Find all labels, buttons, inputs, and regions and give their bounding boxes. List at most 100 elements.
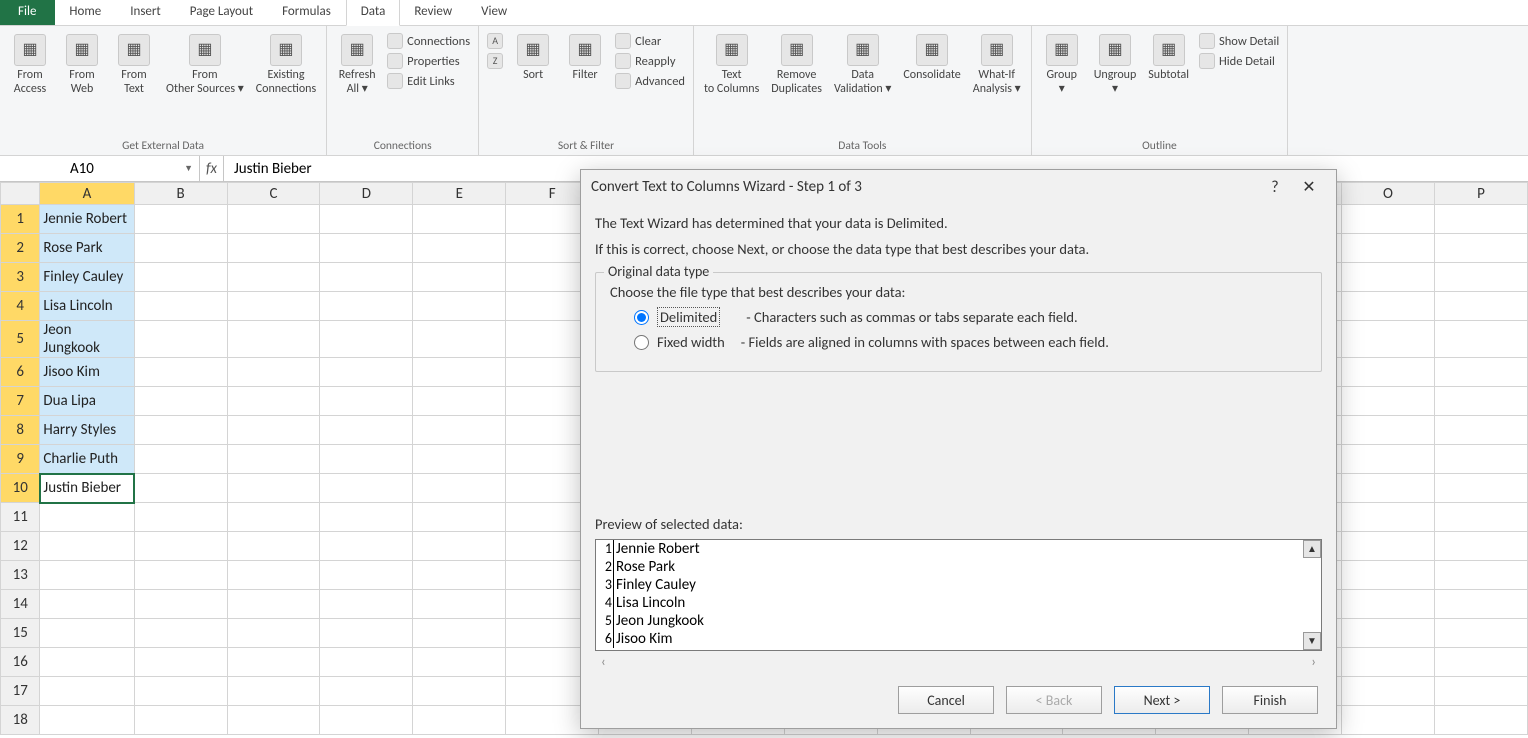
cell-A5[interactable]: Jeon Jungkook [40,321,134,358]
row-header-18[interactable]: 18 [1,706,40,735]
ribbon-clear[interactable]: Clear [613,32,687,50]
row-header-8[interactable]: 8 [1,416,40,445]
sort-Z↓A[interactable]: Z [485,52,505,70]
row-header-1[interactable]: 1 [1,205,40,234]
ribbon-refresh-all-[interactable]: ▦RefreshAll ▾ [333,32,381,99]
cell-C10[interactable] [227,474,320,503]
cell-E5[interactable] [413,321,506,358]
radio-delimited[interactable] [634,310,649,325]
cell-B2[interactable] [134,234,227,263]
cell-A15[interactable] [40,619,134,648]
cell-E8[interactable] [413,416,506,445]
cell-A16[interactable] [40,648,134,677]
cell-E16[interactable] [413,648,506,677]
ribbon-filter[interactable]: ▦Filter [561,32,609,84]
cell-D3[interactable] [320,263,413,292]
cell-B13[interactable] [134,561,227,590]
cell-A18[interactable] [40,706,134,735]
cell-A8[interactable]: Harry Styles [40,416,134,445]
cell-E13[interactable] [413,561,506,590]
cell-O11[interactable] [1341,503,1434,532]
cell-C15[interactable] [227,619,320,648]
cell-C4[interactable] [227,292,320,321]
cell-A14[interactable] [40,590,134,619]
cell-E15[interactable] [413,619,506,648]
cell-P14[interactable] [1434,590,1527,619]
ribbon-remove-duplicates[interactable]: ▦RemoveDuplicates [767,32,826,99]
finish-button[interactable]: Finish [1222,686,1318,714]
cell-C12[interactable] [227,532,320,561]
cell-O6[interactable] [1341,358,1434,387]
ribbon-from-other-sources-[interactable]: ▦FromOther Sources ▾ [162,32,248,99]
cell-E2[interactable] [413,234,506,263]
cell-O3[interactable] [1341,263,1434,292]
cell-O2[interactable] [1341,234,1434,263]
cell-E14[interactable] [413,590,506,619]
cell-B17[interactable] [134,677,227,706]
cell-C16[interactable] [227,648,320,677]
ribbon-properties[interactable]: Properties [385,52,472,70]
cell-C7[interactable] [227,387,320,416]
col-header-O[interactable]: O [1341,183,1434,205]
cell-D18[interactable] [320,706,413,735]
cell-B4[interactable] [134,292,227,321]
ribbon-edit-links[interactable]: Edit Links [385,72,472,90]
cell-P10[interactable] [1434,474,1527,503]
cell-D15[interactable] [320,619,413,648]
row-header-2[interactable]: 2 [1,234,40,263]
row-header-17[interactable]: 17 [1,677,40,706]
cell-C13[interactable] [227,561,320,590]
cell-O10[interactable] [1341,474,1434,503]
cell-E12[interactable] [413,532,506,561]
ribbon-from-text[interactable]: ▦FromText [110,32,158,99]
option-delimited[interactable]: Delimited - Characters such as commas or… [634,307,1307,327]
cell-C5[interactable] [227,321,320,358]
cell-C3[interactable] [227,263,320,292]
cell-D17[interactable] [320,677,413,706]
ribbon-connections[interactable]: Connections [385,32,472,50]
cell-D7[interactable] [320,387,413,416]
cell-D13[interactable] [320,561,413,590]
scroll-down-icon[interactable]: ▼ [1303,632,1321,650]
fx-icon[interactable]: fx [200,156,224,181]
cell-A17[interactable] [40,677,134,706]
cell-B9[interactable] [134,445,227,474]
back-button[interactable]: < Back [1006,686,1102,714]
cell-D16[interactable] [320,648,413,677]
row-header-5[interactable]: 5 [1,321,40,358]
row-header-6[interactable]: 6 [1,358,40,387]
col-header-C[interactable]: C [227,183,320,205]
cell-P17[interactable] [1434,677,1527,706]
scroll-right-icon[interactable]: › [1311,653,1316,670]
cell-D1[interactable] [320,205,413,234]
cell-O18[interactable] [1341,706,1434,735]
cell-D12[interactable] [320,532,413,561]
cell-B10[interactable] [134,474,227,503]
cell-A10[interactable]: Justin Bieber [40,474,134,503]
cell-A9[interactable]: Charlie Puth [40,445,134,474]
tab-home[interactable]: Home [55,0,116,25]
ribbon-show-detail[interactable]: Show Detail [1197,32,1281,50]
cell-B12[interactable] [134,532,227,561]
tab-view[interactable]: View [467,0,522,25]
tab-data[interactable]: Data [346,0,401,26]
cell-D4[interactable] [320,292,413,321]
cell-P4[interactable] [1434,292,1527,321]
cell-C11[interactable] [227,503,320,532]
cell-B3[interactable] [134,263,227,292]
ribbon-advanced[interactable]: Advanced [613,72,687,90]
row-header-4[interactable]: 4 [1,292,40,321]
cell-D5[interactable] [320,321,413,358]
ribbon-consolidate[interactable]: ▦Consolidate [899,32,964,84]
cell-D2[interactable] [320,234,413,263]
cell-O15[interactable] [1341,619,1434,648]
cell-P15[interactable] [1434,619,1527,648]
ribbon-from-access[interactable]: ▦FromAccess [6,32,54,99]
cell-O1[interactable] [1341,205,1434,234]
cell-A3[interactable]: Finley Cauley [40,263,134,292]
cell-D10[interactable] [320,474,413,503]
cell-O5[interactable] [1341,321,1434,358]
cell-O14[interactable] [1341,590,1434,619]
cell-A7[interactable]: Dua Lipa [40,387,134,416]
row-header-14[interactable]: 14 [1,590,40,619]
